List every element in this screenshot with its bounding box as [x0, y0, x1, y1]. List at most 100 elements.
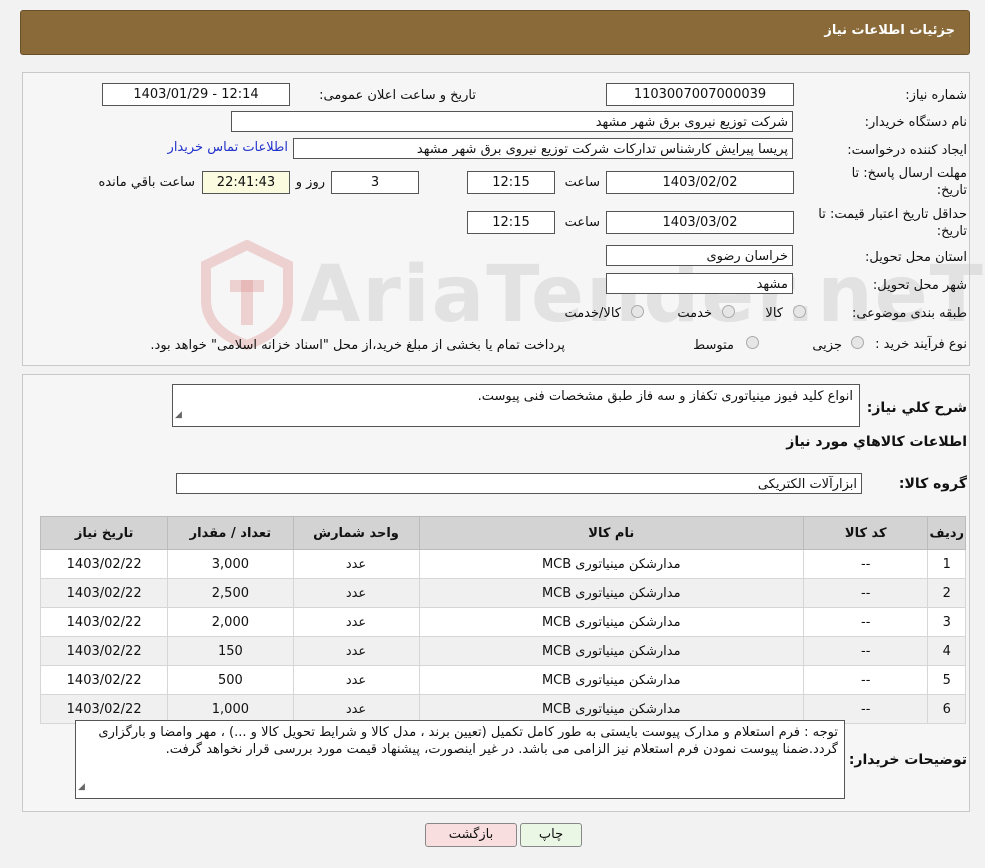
announce-label: تاریخ و ساعت اعلان عمومی:: [319, 88, 476, 103]
page-header: جزئیات اطلاعات نیاز: [20, 10, 970, 55]
cell-unit: عدد: [292, 636, 420, 666]
cell-unit: عدد: [292, 607, 420, 637]
cell-need-date: 1403/02/22: [39, 665, 169, 695]
cell-goods-name: مدارشکن مینیاتوری MCB: [418, 636, 805, 666]
col-header-quantity: تعداد / مقدار: [167, 516, 294, 550]
city-field: مشهد: [606, 273, 793, 294]
creator-label: ایجاد کننده درخواست:: [847, 143, 967, 158]
cell-goods-name: مدارشکن مینیاتوری MCB: [418, 665, 805, 695]
table-row: 4 -- مدارشکن مینیاتوری MCB عدد 150 1403/…: [39, 636, 966, 666]
table-row: 2 -- مدارشکن مینیاتوری MCB عدد 2,500 140…: [39, 578, 966, 608]
validity-time-field: 12:15: [467, 211, 555, 234]
cell-need-date: 1403/02/22: [39, 549, 169, 579]
cell-goods-code: --: [803, 549, 929, 579]
cell-quantity: 500: [167, 665, 294, 695]
col-header-need-date: تاریخ نیاز: [39, 516, 169, 550]
deadline-time-label: ساعت: [564, 175, 600, 190]
category-option-goods-service: کالا/خدمت: [564, 306, 621, 321]
cell-unit: عدد: [292, 665, 420, 695]
creator-field: پریسا پیرایش کارشناس تدارکات شرکت توزیع …: [293, 138, 793, 159]
col-header-unit: واحد شمارش: [292, 516, 420, 550]
table-row: 1 -- مدارشکن مینیاتوری MCB عدد 3,000 140…: [39, 549, 966, 579]
cell-quantity: 2,000: [167, 607, 294, 637]
resize-grip-icon[interactable]: ◢: [78, 779, 85, 796]
print-button[interactable]: چاپ: [520, 823, 582, 847]
description-text: انواع کلید فیوز مینیاتوری تکفاز و سه فاز…: [477, 389, 853, 404]
cell-unit: عدد: [292, 578, 420, 608]
deadline-label-line2: تاریخ:: [936, 183, 967, 198]
need-number-field: 1103007007000039: [606, 83, 794, 106]
category-option-goods: کالا: [765, 306, 783, 321]
cell-goods-code: --: [803, 607, 929, 637]
description-textarea[interactable]: انواع کلید فیوز مینیاتوری تکفاز و سه فاز…: [172, 384, 860, 427]
city-label: شهر محل تحویل:: [872, 278, 967, 293]
province-field: خراسان رضوی: [606, 245, 793, 266]
buyer-org-field: شرکت توزیع نیروی برق شهر مشهد: [231, 111, 793, 132]
buyer-notes-text: توجه : فرم استعلام و مدارک پیوست بایستی …: [98, 725, 838, 757]
category-radio-service[interactable]: [722, 305, 735, 318]
category-radio-goods-service[interactable]: [631, 305, 644, 318]
goods-group-label: گروه کالا:: [898, 476, 967, 492]
cell-row-number: 1: [927, 549, 966, 579]
need-number-label: شماره نیاز:: [905, 88, 967, 103]
validity-time-label: ساعت: [564, 215, 600, 230]
validity-label-line1: حداقل تاریخ اعتبار قیمت: تا: [818, 207, 967, 222]
buyer-notes-label: توضیحات خریدار:: [848, 752, 967, 768]
cell-row-number: 5: [927, 665, 966, 695]
table-row: 5 -- مدارشکن مینیاتوری MCB عدد 500 1403/…: [39, 665, 966, 695]
contact-buyer-link[interactable]: اطلاعات تماس خریدار: [168, 140, 288, 155]
resize-grip-icon[interactable]: ◢: [175, 407, 182, 424]
watermark-logo-icon: [201, 240, 293, 350]
deadline-date-field: 1403/02/02: [606, 171, 794, 194]
page-title: جزئیات اطلاعات نیاز: [824, 23, 955, 38]
cell-need-date: 1403/02/22: [39, 578, 169, 608]
cell-goods-code: --: [803, 636, 929, 666]
deadline-label-line1: مهلت ارسال پاسخ: تا: [851, 166, 967, 181]
col-header-goods-code: کد کالا: [803, 516, 929, 550]
cell-quantity: 150: [167, 636, 294, 666]
buyer-notes-textarea[interactable]: توجه : فرم استعلام و مدارک پیوست بایستی …: [75, 720, 845, 799]
category-option-service: خدمت: [677, 306, 712, 321]
cell-quantity: 2,500: [167, 578, 294, 608]
purchase-option-medium: متوسط: [693, 338, 734, 353]
purchase-radio-medium[interactable]: [746, 336, 759, 349]
cell-goods-name: مدارشکن مینیاتوری MCB: [418, 549, 805, 579]
purchase-radio-partial[interactable]: [851, 336, 864, 349]
goods-table: ردیف کد کالا نام کالا واحد شمارش تعداد /…: [39, 516, 966, 724]
province-label: استان محل تحویل:: [865, 250, 967, 265]
cell-row-number: 4: [927, 636, 966, 666]
cell-row-number: 3: [927, 607, 966, 637]
buyer-org-label: نام دستگاه خریدار:: [864, 115, 967, 130]
goods-group-field: ابزارآلات الکتریکی: [176, 473, 862, 494]
validity-label-line2: تاریخ:: [936, 224, 967, 239]
table-row: 3 -- مدارشکن مینیاتوری MCB عدد 2,000 140…: [39, 607, 966, 637]
cell-goods-name: مدارشکن مینیاتوری MCB: [418, 578, 805, 608]
back-button[interactable]: بازگشت: [425, 823, 517, 847]
description-label: شرح کلي نياز:: [866, 400, 967, 416]
cell-unit: عدد: [292, 549, 420, 579]
category-radio-goods[interactable]: [793, 305, 806, 318]
cell-goods-name: مدارشکن مینیاتوری MCB: [418, 607, 805, 637]
cell-need-date: 1403/02/22: [39, 607, 169, 637]
cell-need-date: 1403/02/22: [39, 636, 169, 666]
cell-goods-code: --: [803, 665, 929, 695]
col-header-goods-name: نام کالا: [418, 516, 805, 550]
table-header-row: ردیف کد کالا نام کالا واحد شمارش تعداد /…: [39, 516, 966, 550]
category-label: طبقه بندی موضوعی:: [851, 306, 967, 321]
purchase-type-label: نوع فرآیند خرید :: [875, 337, 967, 352]
cell-quantity: 3,000: [167, 549, 294, 579]
purchase-option-partial: جزیی: [812, 338, 842, 353]
validity-date-field: 1403/03/02: [606, 211, 794, 234]
cell-goods-code: --: [803, 578, 929, 608]
cell-row-number: 6: [927, 694, 966, 724]
days-label: روز و: [295, 175, 325, 190]
remaining-label: ساعت باقي مانده: [98, 175, 195, 190]
col-header-row-number: ردیف: [927, 516, 966, 550]
remaining-time-field: 22:41:43: [202, 171, 290, 194]
purchase-note: پرداخت تمام یا بخشی از مبلغ خرید،از محل …: [150, 338, 565, 353]
goods-info-title: اطلاعات کالاهاي مورد نياز: [786, 434, 967, 450]
deadline-time-field: 12:15: [467, 171, 555, 194]
cell-row-number: 2: [927, 578, 966, 608]
days-field: 3: [331, 171, 419, 194]
announce-field: 1403/01/29 - 12:14: [102, 83, 290, 106]
